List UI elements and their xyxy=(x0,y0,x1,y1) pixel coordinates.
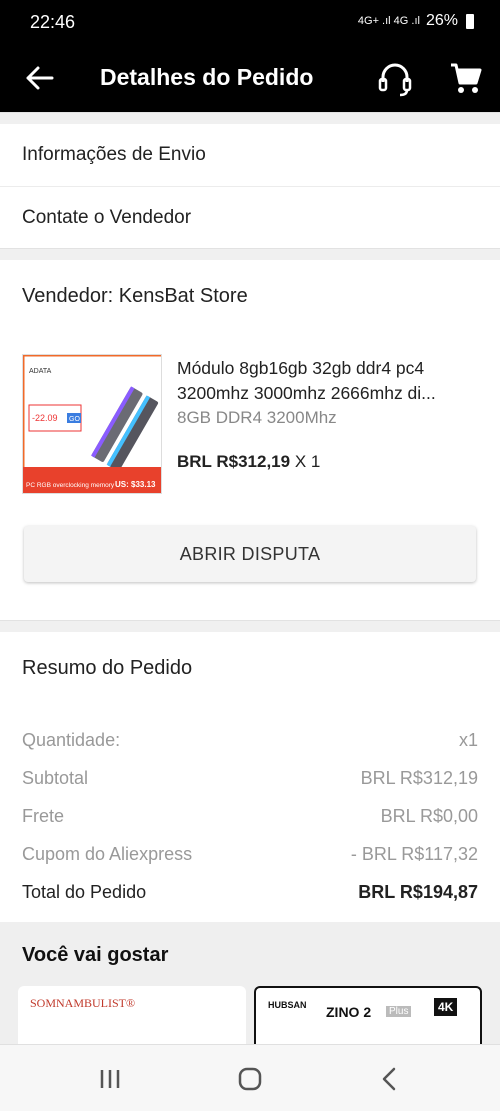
product-image[interactable]: ADATA -22.09 GO PC RGB overclocking memo… xyxy=(22,354,162,494)
recommendation-brand: SOMNAMBULIST® xyxy=(30,996,136,1010)
cart-icon[interactable] xyxy=(448,60,484,96)
contact-seller-label: Contate o Vendedor xyxy=(22,206,192,228)
recommendations-section: Você vai gostar SOMNAMBULIST® HUBSAN ZIN… xyxy=(0,922,500,1044)
product-price-row: BRL R$312,19 X 1 xyxy=(177,452,320,472)
shipping-info-label: Informações de Envio xyxy=(22,144,206,165)
product-quantity: X 1 xyxy=(294,452,321,471)
summary-row-shipping: Frete BRL R$0,00 xyxy=(22,806,478,827)
recommendation-4k-badge: 4K xyxy=(434,998,458,1016)
summary-row-total: Total do Pedido BRL R$194,87 xyxy=(22,882,478,903)
home-icon[interactable] xyxy=(230,1063,270,1095)
product-thumbnail: ADATA -22.09 GO PC RGB overclocking memo… xyxy=(23,355,161,493)
section-divider xyxy=(0,112,500,124)
summary-total-value: BRL R$194,87 xyxy=(358,882,478,902)
summary-title: Resumo do Pedido xyxy=(22,657,193,679)
status-bar: 22:46 4G+ .ıl 4G .ıl 26% xyxy=(0,0,500,46)
recommendations-title: Você vai gostar xyxy=(22,944,169,966)
back-arrow-icon[interactable] xyxy=(22,61,56,95)
seller-card: Vendedor: KensBat Store ADATA -22.09 GO … xyxy=(0,260,500,620)
summary-row-subtotal: Subtotal BRL R$312,19 xyxy=(22,768,478,789)
product-title-line2: 3200mhz 3000mhz 2666mhz di... xyxy=(177,383,436,403)
product-title[interactable]: Módulo 8gb16gb 32gb ddr4 pc4 3200mhz 300… xyxy=(177,356,477,406)
product-title-line1: Módulo 8gb16gb 32gb ddr4 pc4 xyxy=(177,358,425,378)
battery-icon xyxy=(466,13,474,29)
image-discount-text: -22.09 xyxy=(32,413,58,423)
page-title: Detalhes do Pedido xyxy=(100,64,314,90)
summary-total-label: Total do Pedido xyxy=(22,882,147,902)
nav-back-icon[interactable] xyxy=(370,1063,410,1095)
links-card: Informações de Envio Contate o Vendedor xyxy=(0,124,500,248)
summary-value: x1 xyxy=(458,730,478,750)
recommendation-card[interactable]: HUBSAN ZINO 2 Plus 4K xyxy=(254,986,482,1044)
summary-value: - BRL R$117,32 xyxy=(350,844,478,864)
section-divider xyxy=(0,248,500,260)
summary-label: Subtotal xyxy=(22,768,89,788)
brand-logo-text: ADATA xyxy=(29,368,52,375)
recent-apps-icon[interactable] xyxy=(90,1063,130,1095)
network-signal-icon: 4G+ .ıl 4G .ıl xyxy=(357,15,420,27)
status-time: 22:46 xyxy=(30,12,76,32)
product-variant: 8GB DDR4 3200Mhz xyxy=(177,408,337,427)
image-go-text: GO xyxy=(69,416,80,423)
summary-value: BRL R$312,19 xyxy=(360,768,478,788)
app-bar: Detalhes do Pedido xyxy=(0,46,500,112)
image-price-text: US: $33.13 xyxy=(115,480,156,489)
status-icons: 4G+ .ıl 4G .ıl 26% xyxy=(358,12,474,30)
seller-name[interactable]: Vendedor: KensBat Store xyxy=(22,285,248,308)
summary-row-coupon: Cupom do Aliexpress - BRL R$117,32 xyxy=(22,844,478,865)
battery-level: 26% xyxy=(425,12,458,29)
contact-seller-link[interactable]: Contate o Vendedor xyxy=(0,186,500,248)
summary-row-quantity: Quantidade: x1 xyxy=(22,730,478,751)
product-price: BRL R$312,19 xyxy=(177,452,291,471)
recommendation-brand: HUBSAN xyxy=(268,1000,307,1010)
order-summary-card: Resumo do Pedido Quantidade: x1 Subtotal… xyxy=(0,632,500,922)
summary-value: BRL R$0,00 xyxy=(380,806,478,826)
summary-label: Quantidade: xyxy=(22,730,121,750)
shipping-info-link[interactable]: Informações de Envio xyxy=(0,124,500,186)
order-details-content: Informações de Envio Contate o Vendedor … xyxy=(0,112,500,1044)
image-caption-text: PC RGB overclocking memory xyxy=(26,482,115,489)
recommendation-card[interactable]: SOMNAMBULIST® xyxy=(18,986,246,1044)
headset-icon[interactable] xyxy=(376,60,414,98)
summary-label: Cupom do Aliexpress xyxy=(22,844,193,864)
system-nav-bar xyxy=(0,1044,500,1111)
section-divider xyxy=(0,620,500,632)
recommendation-model: ZINO 2 xyxy=(326,1004,372,1020)
open-dispute-button[interactable]: ABRIR DISPUTA xyxy=(24,526,476,582)
recommendation-model-suffix: Plus xyxy=(386,1006,412,1017)
summary-label: Frete xyxy=(22,806,65,826)
